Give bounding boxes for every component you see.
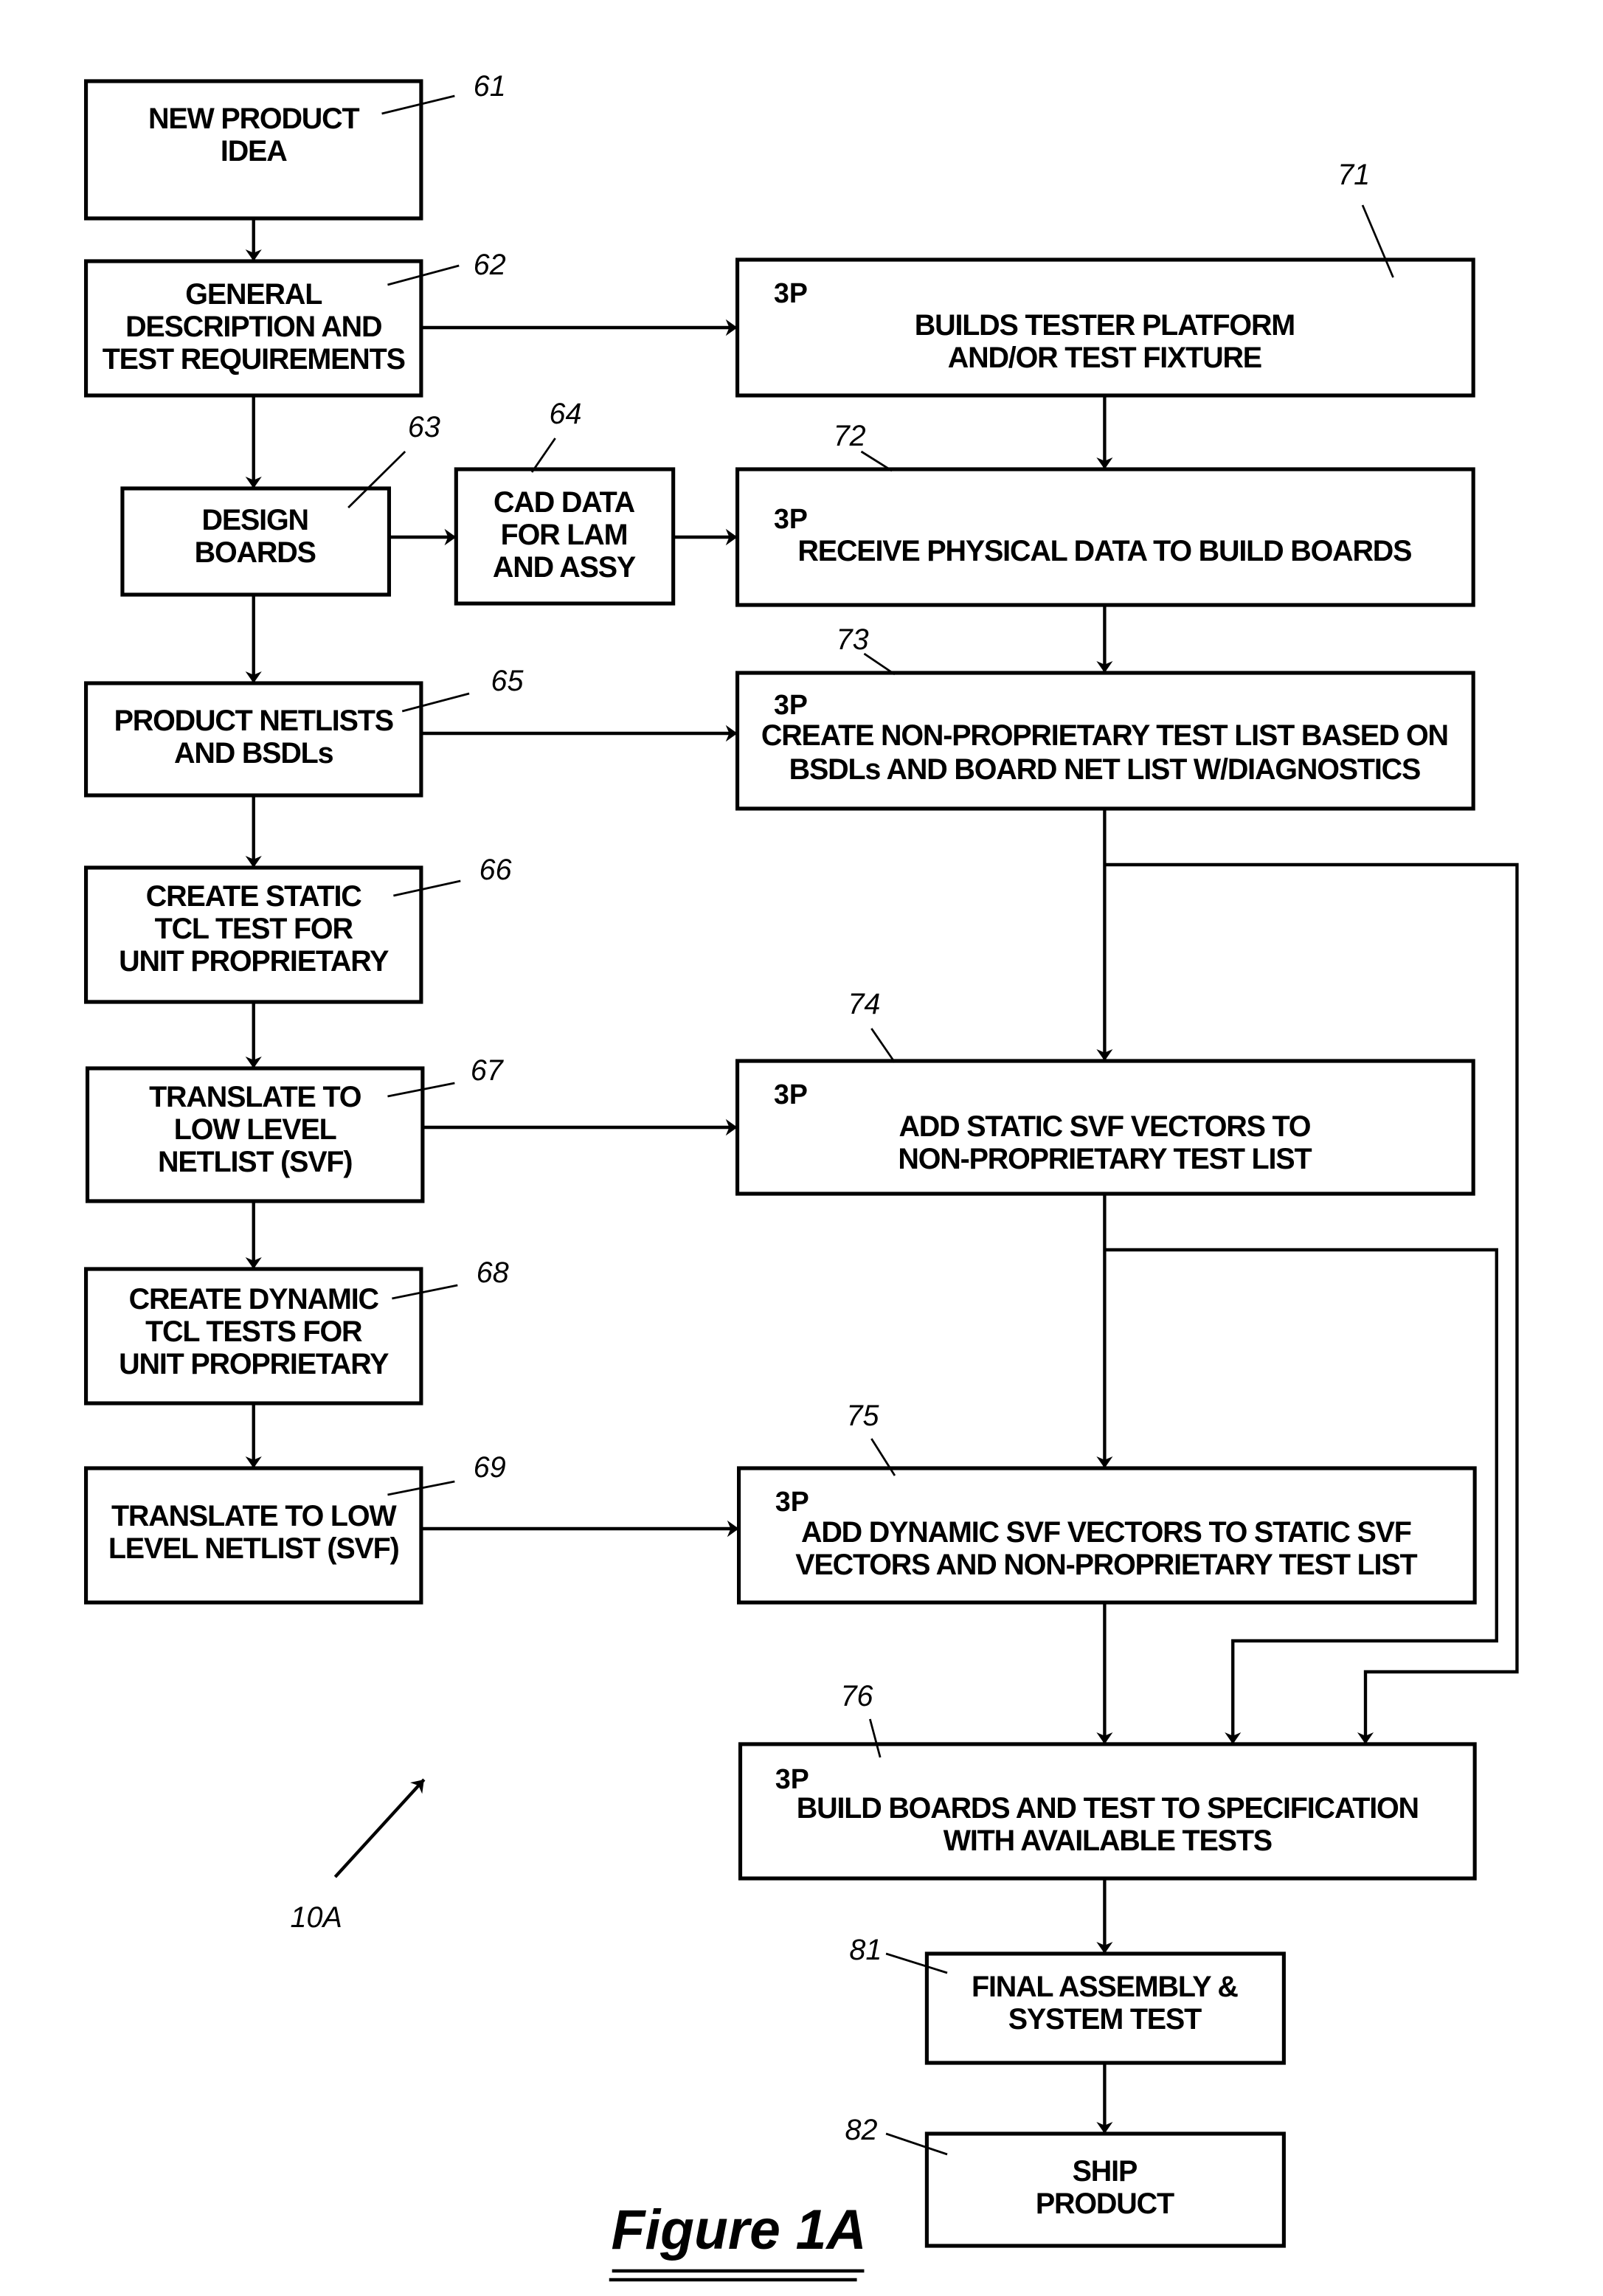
step-67-box: TRANSLATE TO LOW LEVEL NETLIST (SVF)	[85, 1066, 425, 1203]
step-62-line-3: TEST REQUIREMENTS	[103, 343, 405, 376]
step-62-line-2: DESCRIPTION AND	[125, 311, 382, 343]
step-75-line-1: ADD DYNAMIC SVF VECTORS TO STATIC SVF	[801, 1516, 1411, 1549]
step-81-box: FINAL ASSEMBLY & SYSTEM TEST	[924, 1951, 1286, 2065]
step-64-line-3: AND ASSY	[493, 551, 636, 584]
ref-69: 69	[474, 1451, 506, 1484]
step-63-box: DESIGN BOARDS	[120, 486, 392, 597]
step-76-line-2: WITH AVAILABLE TESTS	[944, 1825, 1272, 1857]
ref-63: 63	[408, 411, 440, 443]
step-76-box: 3P BUILD BOARDS AND TEST TO SPECIFICATIO…	[738, 1742, 1477, 1881]
ref-66: 66	[479, 854, 513, 886]
step-73-line-1: CREATE NON-PROPRIETARY TEST LIST BASED O…	[761, 719, 1448, 752]
step-81-line-1: FINAL ASSEMBLY &	[972, 1971, 1238, 2003]
step-82-line-1: SHIP	[1073, 2155, 1138, 2188]
step-65-line-1: PRODUCT NETLISTS	[114, 705, 393, 737]
ref-62: 62	[474, 249, 506, 281]
ref-61: 61	[474, 70, 506, 103]
ref-65: 65	[491, 665, 524, 697]
step-74-box: 3P ADD STATIC SVF VECTORS TO NON-PROPRIE…	[735, 1059, 1475, 1196]
step-65-line-2: AND BSDLs	[174, 737, 333, 770]
step-71-box: 3P BUILDS TESTER PLATFORM AND/OR TEST FI…	[735, 257, 1475, 398]
step-66-box: CREATE STATIC TCL TEST FOR UNIT PROPRIET…	[83, 865, 423, 1004]
step-74-tag: 3P	[774, 1079, 808, 1110]
step-67-line-3: NETLIST (SVF)	[158, 1146, 352, 1178]
ref-72: 72	[834, 420, 866, 452]
step-69-line-1: TRANSLATE TO LOW	[111, 1500, 397, 1532]
step-81-line-2: SYSTEM TEST	[1008, 2003, 1202, 2036]
step-72-box: 3P RECEIVE PHYSICAL DATA TO BUILD BOARDS	[735, 467, 1475, 607]
step-69-box: TRANSLATE TO LOW LEVEL NETLIST (SVF)	[83, 1466, 423, 1605]
step-75-box: 3P ADD DYNAMIC SVF VECTORS TO STATIC SVF…	[736, 1466, 1477, 1605]
step-64-box: CAD DATA FOR LAM AND ASSY	[454, 467, 676, 606]
figure-ref-label: 10A	[291, 1901, 342, 1934]
step-64-line-1: CAD DATA	[494, 486, 634, 519]
step-67-line-1: TRANSLATE TO	[149, 1081, 361, 1113]
step-67-line-2: LOW LEVEL	[174, 1113, 337, 1146]
step-76-tag: 3P	[775, 1764, 809, 1795]
step-71-line-2: AND/OR TEST FIXTURE	[948, 342, 1261, 374]
ref-71: 71	[1337, 159, 1370, 191]
step-69-line-2: LEVEL NETLIST (SVF)	[108, 1532, 399, 1565]
step-71-line-1: BUILDS TESTER PLATFORM	[915, 309, 1295, 342]
step-66-line-2: TCL TEST FOR	[155, 913, 353, 945]
step-63-line-1: DESIGN	[202, 504, 308, 536]
ref-75: 75	[846, 1400, 879, 1432]
step-82-line-2: PRODUCT	[1036, 2188, 1174, 2220]
step-62-line-1: GENERAL	[185, 278, 322, 311]
figure-title: Figure 1A	[612, 2199, 867, 2262]
step-73-box: 3P CREATE NON-PROPRIETARY TEST LIST BASE…	[735, 671, 1475, 811]
step-68-line-2: TCL TESTS FOR	[145, 1315, 362, 1348]
step-82-box: SHIP PRODUCT	[924, 2131, 1286, 2248]
step-61-line-2: IDEA	[221, 135, 287, 167]
step-61-box: NEW PRODUCT IDEA	[83, 79, 423, 221]
step-76-line-1: BUILD BOARDS AND TEST TO SPECIFICATION	[797, 1792, 1419, 1825]
ref-81: 81	[849, 1934, 882, 1966]
step-75-line-2: VECTORS AND NON-PROPRIETARY TEST LIST	[795, 1549, 1417, 1581]
step-75-tag: 3P	[775, 1487, 809, 1518]
figure-caption: Figure 1A	[609, 2199, 867, 2282]
step-73-tag: 3P	[774, 690, 808, 721]
ref-68: 68	[477, 1256, 509, 1289]
step-68-box: CREATE DYNAMIC TCL TESTS FOR UNIT PROPRI…	[83, 1267, 423, 1405]
figure-reference: 10A	[291, 1778, 426, 1934]
step-65-box: PRODUCT NETLISTS AND BSDLs	[83, 681, 423, 798]
step-63-line-2: BOARDS	[195, 536, 316, 569]
ref-74: 74	[848, 988, 880, 1020]
step-66-line-3: UNIT PROPRIETARY	[119, 945, 389, 978]
step-72-line-1: RECEIVE PHYSICAL DATA TO BUILD BOARDS	[797, 535, 1411, 567]
step-64-line-2: FOR LAM	[501, 519, 628, 551]
flowchart-canvas: NEW PRODUCT IDEA GENERAL DESCRIPTION AND…	[83, 70, 1519, 2282]
arrow-73-76-bypass	[1104, 862, 1519, 1744]
figure-ref-arrow-icon	[333, 1778, 426, 1878]
step-61-line-1: NEW PRODUCT	[148, 103, 359, 135]
step-71-tag: 3P	[774, 278, 808, 309]
ref-76: 76	[841, 1680, 874, 1712]
step-66-line-1: CREATE STATIC	[146, 880, 361, 913]
ref-73: 73	[837, 623, 869, 656]
step-72-tag: 3P	[774, 504, 808, 535]
step-68-line-1: CREATE DYNAMIC	[129, 1283, 379, 1315]
ref-67: 67	[471, 1054, 505, 1087]
ref-64: 64	[550, 398, 582, 430]
step-62-box: GENERAL DESCRIPTION AND TEST REQUIREMENT…	[83, 259, 423, 398]
step-73-line-2: BSDLs AND BOARD NET LIST W/DIAGNOSTICS	[789, 753, 1421, 786]
step-74-line-2: NON-PROPRIETARY TEST LIST	[898, 1143, 1312, 1175]
step-68-line-3: UNIT PROPRIETARY	[119, 1348, 389, 1380]
step-74-line-1: ADD STATIC SVF VECTORS TO	[899, 1110, 1310, 1143]
ref-82: 82	[845, 2114, 878, 2146]
